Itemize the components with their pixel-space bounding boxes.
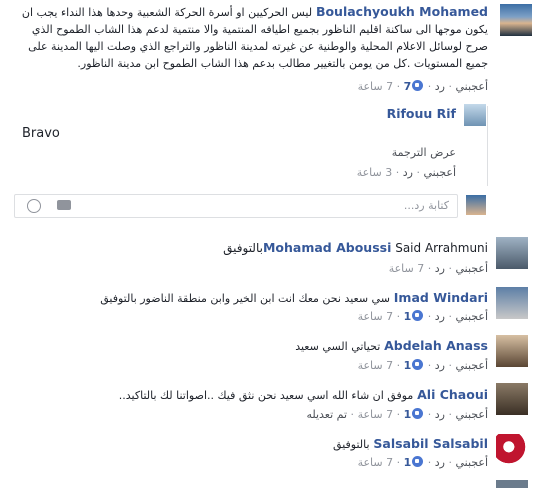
comment-3: Mohamad Aboussi Said Arrahmuniبالتوفيق [68,240,488,256]
timestamp[interactable]: 7 ساعة [358,310,394,323]
avatar[interactable] [496,237,528,269]
reply-link[interactable]: رد [435,359,445,372]
timestamp[interactable]: 3 ساعة [357,166,393,179]
reply-link[interactable]: رد [435,310,445,323]
like-link[interactable]: أعجبني [455,456,488,469]
edited-label[interactable]: تم تعديله [306,408,347,421]
timestamp[interactable]: 7 ساعة [358,408,394,421]
author-name[interactable]: Mohamad Aboussi [263,240,391,255]
like-count[interactable]: 1 [404,456,412,469]
reply-link[interactable]: رد [435,408,445,421]
timestamp[interactable]: 7 ساعة [358,456,394,469]
comment-actions: أعجبني · رد · 1 · 7 ساعة · تم تعديله [306,408,488,421]
like-icon [412,359,424,370]
like-link[interactable]: أعجبني [455,408,488,421]
comment-text: Bravo [22,126,60,141]
reply-link[interactable]: رد [435,262,445,275]
comment-4: Imad Windari سي سعيد نحن معك انت ابن الخ… [68,290,488,307]
avatar[interactable] [500,4,532,36]
like-icon [412,456,424,467]
comment-text: بالتوفيق [333,438,370,451]
comment-actions: أعجبني · رد · 1 · 7 ساعة [357,456,488,469]
like-icon [412,310,424,321]
avatar[interactable] [496,434,528,466]
comment-text: تحياتي السي سعيد [295,340,381,353]
avatar[interactable] [496,480,528,488]
like-link[interactable]: أعجبني [455,359,488,372]
author-name[interactable]: Salsabil Salsabil [373,436,488,451]
like-count[interactable]: 7 [404,80,412,93]
comment-1: Boulachyoukh Mohamed ليس الحركيين او أسر… [12,4,488,72]
timestamp[interactable]: 7 ساعة [358,80,394,93]
author-name[interactable]: Rifouu Rif [387,106,456,121]
comment-7: Salsabil Salsabil بالتوفيق [68,436,488,453]
see-translation-link[interactable]: عرض الترجمة [392,146,456,159]
comment-actions: أعجبني · رد · 7 · 7 ساعة [357,80,488,93]
comment-text: سي سعيد نحن معك انت ابن الخير وابن منطقة… [100,292,390,305]
author-name[interactable]: Abdelah Anass [384,338,488,353]
comment-text: موفق ان شاء الله اسي سعيد نحن نثق فيك ..… [118,389,414,402]
reply-thread-line [487,106,488,186]
like-count[interactable]: 1 [404,310,412,323]
author-name[interactable]: Imad Windari [394,290,488,305]
timestamp[interactable]: 7 ساعة [358,359,394,372]
comment-actions: أعجبني · رد · 1 · 7 ساعة [357,359,488,372]
comment-actions: أعجبني · رد · 1 · 7 ساعة [357,310,488,323]
comment-5: Abdelah Anass تحياتي السي سعيد [68,338,488,355]
timestamp[interactable]: 7 ساعة [389,262,425,275]
avatar[interactable] [496,287,528,319]
like-count[interactable]: 1 [404,408,412,421]
reply-link[interactable]: رد [435,80,445,93]
reply-link[interactable]: رد [403,166,413,179]
avatar[interactable] [496,335,528,367]
reply-link[interactable]: رد [435,456,445,469]
camera-icon[interactable] [57,200,71,210]
avatar [466,195,486,215]
avatar[interactable] [464,104,486,126]
comment-actions: أعجبني · رد · 3 ساعة [356,166,456,179]
reply-placeholder: كتابة رد... [403,199,449,212]
like-icon [412,80,424,91]
comment-6: Ali Chaoui موفق ان شاء الله اسي سعيد نحن… [68,387,488,404]
like-link[interactable]: أعجبني [455,310,488,323]
emoji-icon[interactable] [27,199,41,213]
like-count[interactable]: 1 [404,359,412,372]
like-link[interactable]: أعجبني [455,80,488,93]
author-name[interactable]: Boulachyoukh Mohamed [316,4,488,19]
avatar[interactable] [496,383,528,415]
like-icon [412,408,424,419]
comment-actions: أعجبني · رد · 7 ساعة [388,262,488,275]
author-name[interactable]: Ali Chaoui [417,387,488,402]
like-link[interactable]: أعجبني [423,166,456,179]
like-link[interactable]: أعجبني [455,262,488,275]
reply-input[interactable]: كتابة رد... [14,194,458,218]
